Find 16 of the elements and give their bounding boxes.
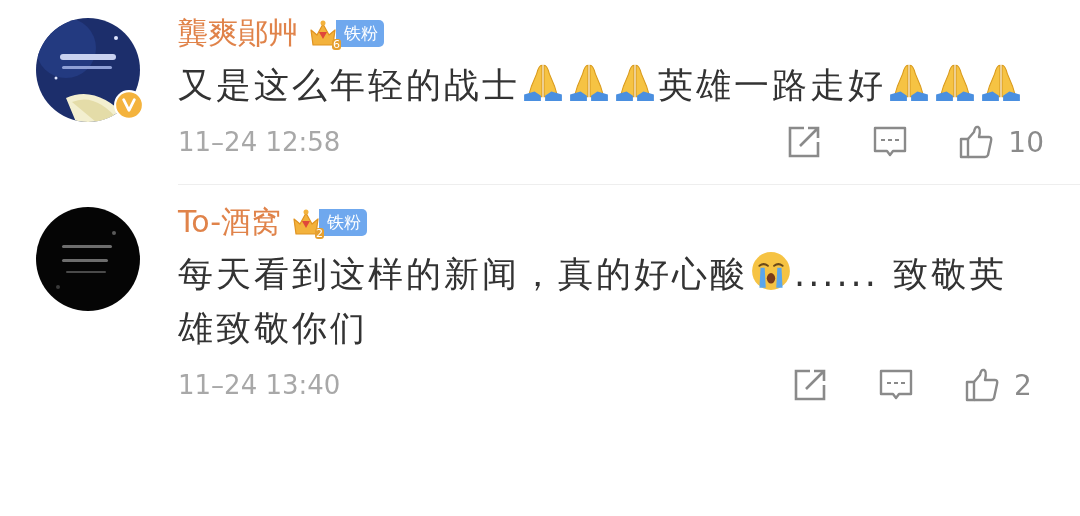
timestamp: 11–24 12:58 [178,127,341,157]
fan-level-number: 2 [314,228,324,239]
crown-icon [308,18,338,48]
comment-text: 每天看到这样的新闻，真的好心酸 ...... 致敬英雄致敬你们 [178,247,1038,355]
thumbs-up-icon [958,124,995,160]
like-button[interactable]: 2 [964,367,1044,403]
like-button[interactable]: 10 [958,124,1044,160]
fan-level-number: 6 [332,39,341,50]
crying-face-icon [750,250,792,292]
thumbs-up-icon [964,367,1000,403]
user-name[interactable]: 龔爽鄖艸 [178,12,298,54]
share-icon[interactable] [792,367,828,403]
user-name[interactable]: To-酒窝 [178,201,281,243]
comment-text: 又是这么年轻的战士 英雄一路走好 [178,58,1038,112]
crown-icon [290,207,321,237]
timestamp: 11–24 13:40 [178,370,341,400]
